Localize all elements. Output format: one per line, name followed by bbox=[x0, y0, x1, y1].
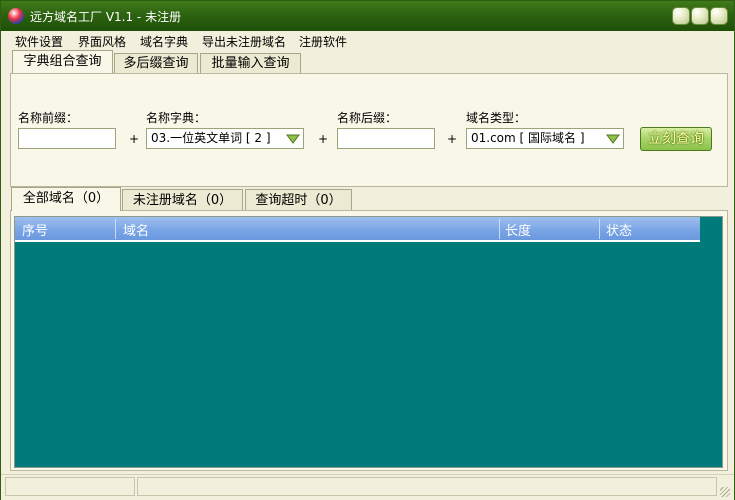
domain-type-select-value: 01.com [ 国际域名 ] bbox=[471, 131, 585, 145]
column-divider[interactable] bbox=[115, 219, 116, 239]
dictionary-select[interactable]: 03.一位英文单词 [ 2 ] bbox=[146, 128, 304, 149]
column-header-length[interactable]: 长度 bbox=[505, 220, 531, 239]
tab-dictionary-combo-query[interactable]: 字典组合查询 bbox=[12, 50, 113, 73]
menu-register-software[interactable]: 注册软件 bbox=[299, 33, 347, 50]
domain-type-label: 域名类型： bbox=[466, 111, 527, 125]
prefix-label: 名称前缀： bbox=[18, 111, 79, 125]
plus-sign: + bbox=[318, 132, 329, 146]
close-button[interactable] bbox=[710, 7, 728, 25]
menu-domain-dictionary[interactable]: 域名字典 bbox=[140, 33, 188, 50]
tab-query-timeout[interactable]: 查询超时（0） bbox=[245, 189, 352, 211]
dropdown-arrow-icon[interactable] bbox=[286, 132, 300, 145]
tab-batch-input-query[interactable]: 批量输入查询 bbox=[200, 53, 301, 73]
resize-grip-icon[interactable] bbox=[720, 487, 730, 497]
menu-software-settings[interactable]: 软件设置 bbox=[15, 33, 63, 50]
plus-sign: + bbox=[447, 132, 458, 146]
column-header-domain[interactable]: 域名 bbox=[123, 220, 149, 239]
dictionary-select-value: 03.一位英文单词 [ 2 ] bbox=[151, 131, 271, 145]
title-bar[interactable]: 远方域名工厂 V1.1 - 未注册 bbox=[1, 1, 734, 31]
suffix-label: 名称后缀： bbox=[337, 111, 398, 125]
table-header: 序号 域名 长度 状态 bbox=[15, 217, 700, 242]
minimize-button[interactable] bbox=[672, 7, 690, 25]
column-header-status[interactable]: 状态 bbox=[606, 220, 632, 239]
column-divider[interactable] bbox=[599, 219, 600, 239]
status-pane-left bbox=[5, 477, 135, 496]
column-header-index[interactable]: 序号 bbox=[22, 220, 48, 239]
query-now-button[interactable]: 立刻查询 bbox=[640, 127, 712, 151]
dictionary-label: 名称字典： bbox=[146, 111, 207, 125]
results-table[interactable]: 序号 域名 长度 状态 bbox=[14, 216, 723, 468]
column-divider[interactable] bbox=[499, 219, 500, 239]
menu-ui-style[interactable]: 界面风格 bbox=[78, 33, 126, 50]
menu-bar: 软件设置 界面风格 域名字典 导出未注册域名 注册软件 bbox=[1, 31, 734, 50]
status-bar bbox=[1, 474, 734, 500]
plus-sign: + bbox=[129, 132, 140, 146]
prefix-input[interactable] bbox=[18, 128, 116, 149]
status-pane-right bbox=[137, 477, 717, 496]
menu-export-unregistered[interactable]: 导出未注册域名 bbox=[202, 33, 286, 50]
maximize-button[interactable] bbox=[691, 7, 709, 25]
app-icon bbox=[8, 8, 24, 24]
window-title: 远方域名工厂 V1.1 - 未注册 bbox=[30, 10, 182, 24]
suffix-input[interactable] bbox=[337, 128, 435, 149]
app-window: 远方域名工厂 V1.1 - 未注册 软件设置 界面风格 域名字典 导出未注册域名… bbox=[0, 0, 735, 500]
tab-all-domains[interactable]: 全部域名（0） bbox=[11, 187, 121, 211]
domain-type-select[interactable]: 01.com [ 国际域名 ] bbox=[466, 128, 624, 149]
tab-multi-suffix-query[interactable]: 多后缀查询 bbox=[114, 53, 198, 73]
dropdown-arrow-icon[interactable] bbox=[606, 132, 620, 145]
tab-unregistered-domains[interactable]: 未注册域名（0） bbox=[122, 189, 243, 211]
